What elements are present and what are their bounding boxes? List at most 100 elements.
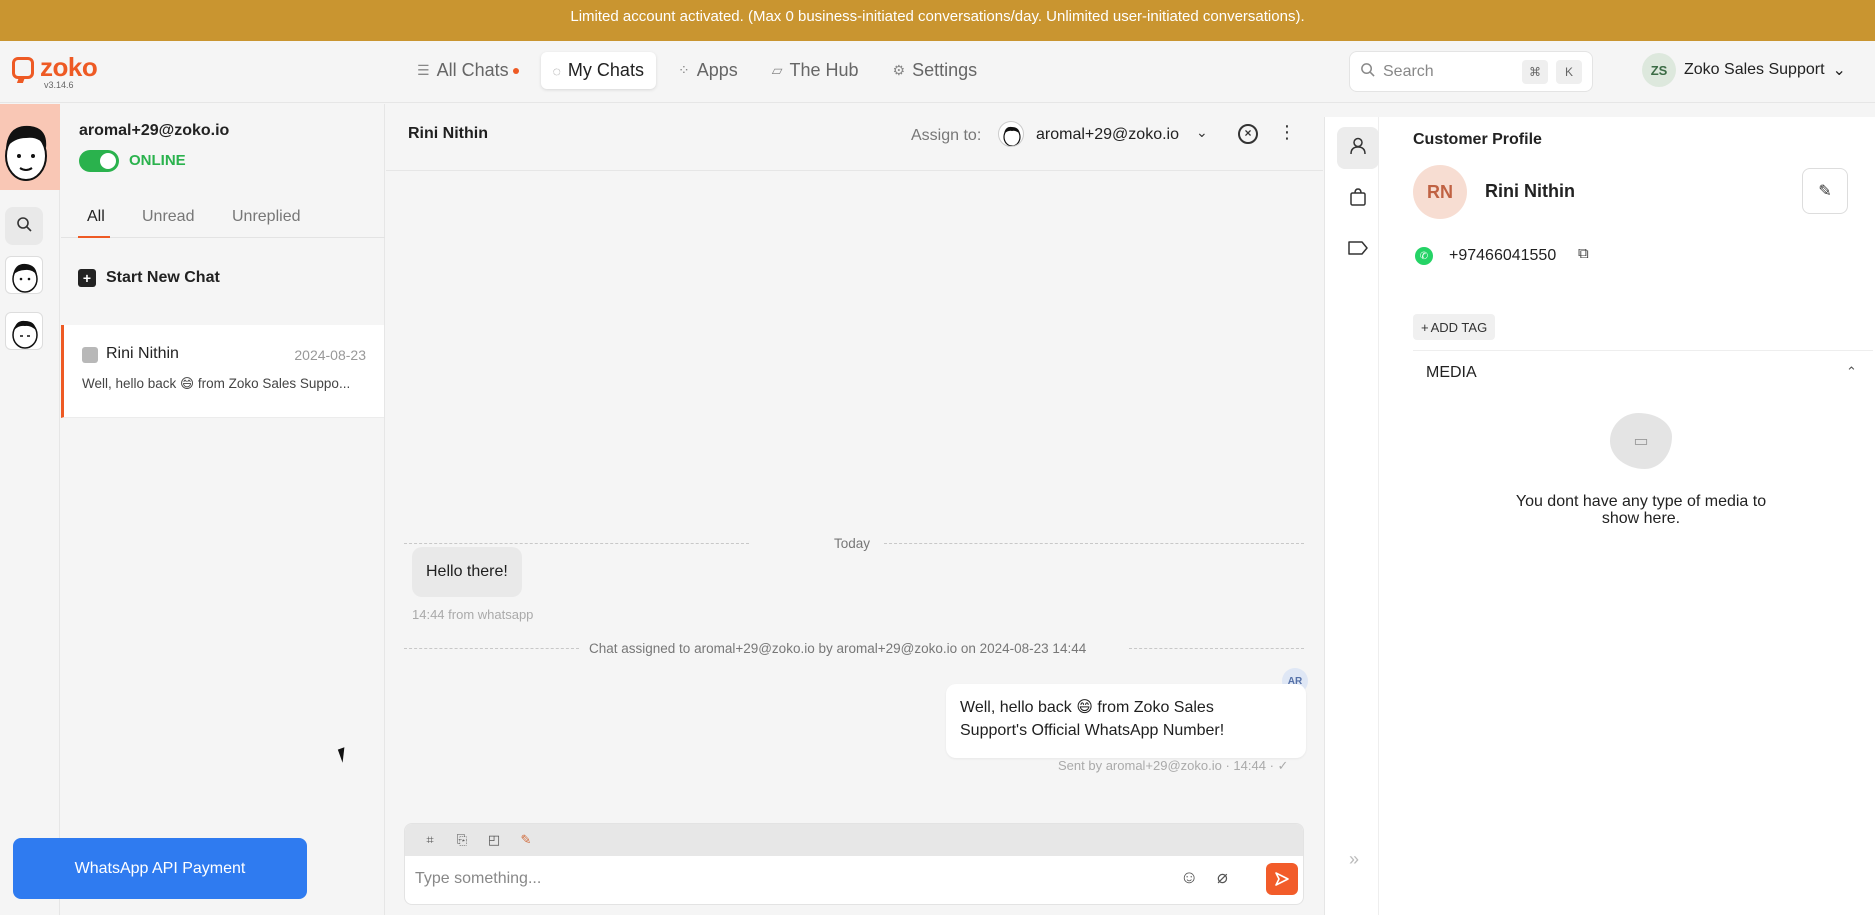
- logo-text: zoko: [40, 52, 98, 82]
- grid-icon: ⁘: [677, 62, 690, 78]
- assignment-event-text: Chat assigned to aromal+29@zoko.io by ar…: [589, 641, 1087, 656]
- chevron-down-icon[interactable]: ⌄: [1196, 124, 1208, 141]
- incoming-message-meta: 14:44 from whatsapp: [412, 607, 534, 622]
- day-divider: Today: [404, 536, 1304, 551]
- nav-apps-label: Apps: [696, 60, 738, 80]
- whatsapp-api-payment-label: WhatsApp API Payment: [74, 859, 246, 877]
- tab-unreplied[interactable]: Unreplied: [232, 208, 300, 226]
- gear-icon: ⚙: [892, 62, 906, 78]
- media-section-title[interactable]: MEDIA: [1426, 364, 1477, 382]
- divider-line: [1129, 648, 1304, 649]
- nav-my-chats[interactable]: ◌ My Chats: [540, 52, 656, 89]
- template-icon[interactable]: ⌗: [421, 831, 439, 849]
- search-icon: [16, 216, 32, 237]
- chevron-down-icon: ⌄: [1832, 62, 1846, 79]
- account-menu[interactable]: ZS Zoko Sales Support ⌄: [1642, 53, 1846, 87]
- nav-apps[interactable]: ⁘ Apps: [666, 52, 750, 89]
- chart-icon: ▱: [771, 62, 783, 78]
- copy-icon[interactable]: ⧉: [1578, 245, 1589, 262]
- media-empty-message: You dont have any type of media to show …: [1515, 493, 1767, 527]
- assign-label: Assign to:: [911, 127, 982, 144]
- nav-the-hub-label: The Hub: [789, 60, 859, 80]
- customer-panel: » Customer Profile RN Rini Nithin ✎ ✆ +9…: [1324, 117, 1875, 915]
- emoji-icon[interactable]: ☺: [1180, 867, 1198, 888]
- search-placeholder: Search: [1383, 62, 1434, 80]
- composer-toolbar: ⌗ ⎘ ◰ ✎: [405, 824, 1303, 856]
- search-icon: [1360, 62, 1375, 82]
- close-chat-icon[interactable]: ×: [1238, 124, 1258, 144]
- unread-dot: [512, 67, 519, 74]
- attachment-icon[interactable]: ⌀: [1217, 867, 1228, 888]
- online-toggle[interactable]: [79, 150, 119, 172]
- chat-date: 2024-08-23: [294, 347, 366, 363]
- section-divider: [1413, 350, 1873, 351]
- logo-chat-icon: [12, 57, 34, 79]
- message-input[interactable]: [415, 864, 1115, 894]
- image-placeholder-icon: ▭: [1610, 413, 1672, 469]
- orders-tab[interactable]: [1337, 178, 1379, 220]
- pencil-icon: ✎: [1818, 183, 1832, 200]
- outgoing-message: Well, hello back 😄 from Zoko Sales Suppo…: [946, 684, 1306, 758]
- tab-all[interactable]: All: [87, 208, 105, 226]
- account-avatar: ZS: [1642, 53, 1676, 87]
- rail-search-button[interactable]: [5, 207, 43, 245]
- outgoing-message-line-2: Support's Official WhatsApp Number!: [960, 722, 1225, 739]
- nav-settings[interactable]: ⚙ Settings: [881, 52, 990, 89]
- k-key-hint: K: [1556, 59, 1582, 84]
- list-icon: ☰: [417, 62, 430, 78]
- account-name: Zoko Sales Support: [1684, 61, 1825, 78]
- chat-list-panel: aromal+29@zoko.io ONLINE All Unread Unre…: [61, 104, 385, 915]
- global-search[interactable]: Search ⌘ K: [1349, 51, 1593, 92]
- agent-filter-avatar-2[interactable]: [5, 312, 43, 350]
- tags-tab[interactable]: [1337, 229, 1379, 271]
- message-composer: ⌗ ⎘ ◰ ✎ ☺ ⌀: [404, 823, 1304, 905]
- chat-preview: Well, hello back 😄 from Zoko Sales Suppo…: [82, 376, 351, 391]
- outgoing-message-meta: Sent by aromal+29@zoko.io · 14:44 · ✓: [1058, 758, 1289, 773]
- list-item[interactable]: Rini Nithin 2024-08-23 Well, hello back …: [61, 325, 384, 418]
- main-nav: ☰ All Chats ◌ My Chats ⁘ Apps ▱ The Hub …: [405, 52, 989, 89]
- whatsapp-api-payment-button[interactable]: WhatsApp API Payment: [13, 838, 307, 899]
- tab-unread[interactable]: Unread: [142, 208, 194, 226]
- divider-line: [404, 648, 579, 649]
- chat-bubble-icon: ◌: [552, 62, 561, 79]
- customer-name: Rini Nithin: [1485, 181, 1575, 201]
- note-icon[interactable]: ◰: [485, 831, 503, 849]
- nav-all-chats[interactable]: ☰ All Chats: [405, 52, 531, 89]
- ai-reply-icon[interactable]: ✎: [517, 831, 535, 849]
- zoko-logo[interactable]: zoko v3.14.6: [12, 52, 112, 95]
- agent-avatar[interactable]: [0, 104, 60, 190]
- expand-panel-icon[interactable]: »: [1349, 849, 1359, 870]
- banner-text: Limited account activated. (Max 0 busine…: [570, 8, 1305, 25]
- quick-reply-icon[interactable]: ⎘: [453, 831, 471, 849]
- assignee-select[interactable]: aromal+29@zoko.io: [1036, 126, 1179, 144]
- more-options-icon[interactable]: ⋮: [1278, 122, 1296, 143]
- profile-tab[interactable]: [1337, 127, 1379, 169]
- nav-the-hub[interactable]: ▱ The Hub: [760, 52, 871, 89]
- conversation-pane: Rini Nithin Assign to: aromal+29@zoko.io…: [386, 104, 1323, 915]
- start-new-chat-button[interactable]: + Start New Chat: [78, 269, 220, 287]
- chevron-up-icon[interactable]: ⌃: [1846, 364, 1857, 380]
- tag-icon: [1347, 240, 1369, 261]
- nav-my-chats-label: My Chats: [567, 60, 644, 80]
- top-header: zoko v3.14.6 ☰ All Chats ◌ My Chats ⁘ Ap…: [0, 41, 1875, 103]
- customer-avatar: RN: [1413, 165, 1467, 219]
- app-version: v3.14.6: [44, 80, 74, 90]
- whatsapp-channel-icon: [82, 347, 98, 363]
- agent-filter-avatar-1[interactable]: [5, 256, 43, 294]
- edit-customer-button[interactable]: ✎: [1802, 168, 1848, 214]
- nav-all-chats-label: All Chats: [436, 60, 509, 80]
- plus-icon: +: [78, 269, 96, 287]
- start-new-chat-label: Start New Chat: [106, 269, 220, 286]
- agent-email: aromal+29@zoko.io: [79, 122, 230, 139]
- nav-settings-label: Settings: [912, 60, 978, 80]
- customer-phone: +97466041550: [1449, 247, 1557, 264]
- day-divider-label: Today: [834, 536, 871, 551]
- add-tag-button[interactable]: + ADD TAG: [1413, 314, 1496, 340]
- shopping-bag-icon: [1348, 187, 1368, 212]
- conversation-title: Rini Nithin: [408, 125, 488, 142]
- assignment-event: Chat assigned to aromal+29@zoko.io by ar…: [404, 641, 1304, 656]
- send-button[interactable]: [1266, 863, 1298, 895]
- plus-icon: +: [1421, 319, 1429, 335]
- outgoing-message-line-1: Well, hello back 😄 from Zoko Sales: [960, 699, 1214, 716]
- incoming-message: Hello there!: [412, 547, 522, 597]
